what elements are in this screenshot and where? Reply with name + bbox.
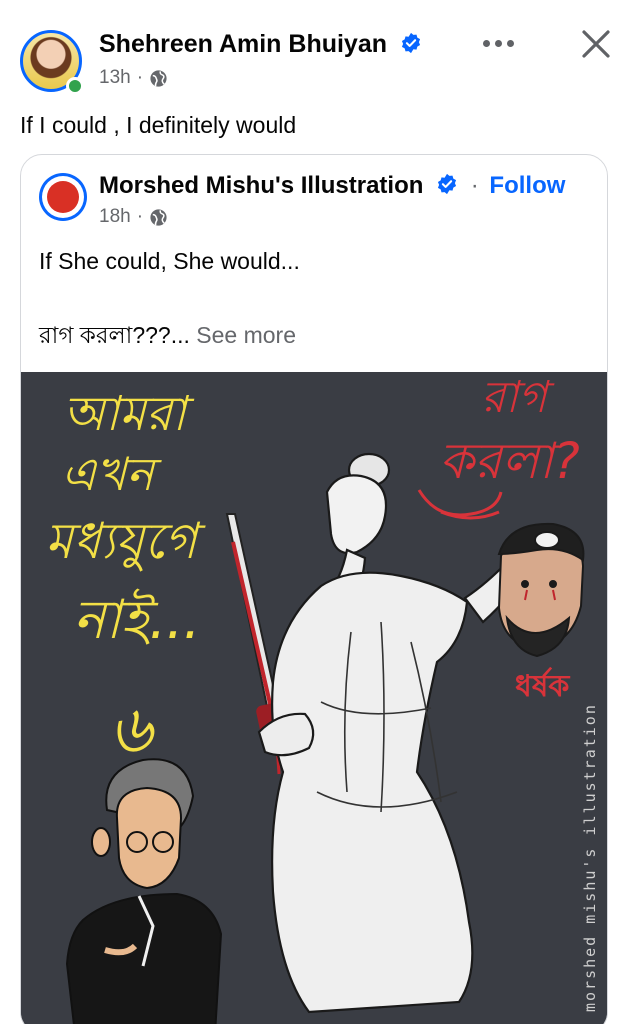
page-avatar[interactable] [39,173,87,221]
author-name-link[interactable]: Shehreen Amin Bhuiyan [99,30,422,59]
illustration-canvas: আমরা এখন মধ্যযুগে নাই... ৬ রাগ করলা? ধর্… [21,372,607,1024]
follow-button[interactable]: Follow [489,172,565,199]
page-avatar-logo [47,181,79,213]
more-options-icon [494,39,502,47]
shared-post-text-line1: If She could, She would... [39,248,300,274]
more-options-icon [506,39,514,47]
illustration-watermark: morshed mishu's illustration [581,703,599,1012]
shared-post-text-bangla: রাগ করলা???... [39,322,190,348]
page-name-row: Morshed Mishu's Illustration · Follow [99,171,565,200]
head-label: ধর্ষক [515,667,570,704]
post-time[interactable]: 13h [99,67,131,89]
author-name: Shehreen Amin Bhuiyan [99,30,388,58]
close-icon[interactable] [578,26,614,62]
post-text: If I could , I definitely would [20,112,297,138]
follow-separator: · [470,172,479,199]
page-avatar-ring [42,176,84,218]
meta-separator: · [136,206,144,227]
post-header: Shehreen Amin Bhuiyan 13h · [0,0,628,104]
more-options-icon [482,39,490,47]
verified-badge-icon [438,173,457,195]
post-meta: 13h · [99,67,168,89]
globe-icon [150,69,167,87]
verified-badge-icon [401,32,421,54]
shared-post-time[interactable]: 18h [99,206,131,228]
left-caption-line: ৬ [109,691,155,768]
globe-icon [150,208,167,226]
online-status-indicator [66,77,84,95]
shared-post-text-line2: রাগ করলা???... See more [39,317,296,356]
right-caption-line: রাগ [481,372,555,423]
more-options-button[interactable] [478,28,518,58]
page-name[interactable]: Morshed Mishu's Illustration [99,172,423,199]
shared-post-card[interactable]: Morshed Mishu's Illustration · Follow 18… [20,154,608,1024]
left-caption-line: নাই... [73,588,200,651]
left-caption-line: আমরা [63,386,195,442]
left-caption-line: এখন [61,447,162,501]
see-more-link[interactable]: See more [196,322,296,348]
meta-separator: · [136,67,144,88]
right-caption-line: করলা? [439,432,580,490]
author-avatar[interactable] [20,30,86,96]
left-caption-line: মধ্যযুগে [45,512,206,572]
shared-post-meta: 18h · [99,206,168,228]
illustration-image[interactable]: আমরা এখন মধ্যযুগে নাই... ৬ রাগ করলা? ধর্… [21,372,607,1024]
